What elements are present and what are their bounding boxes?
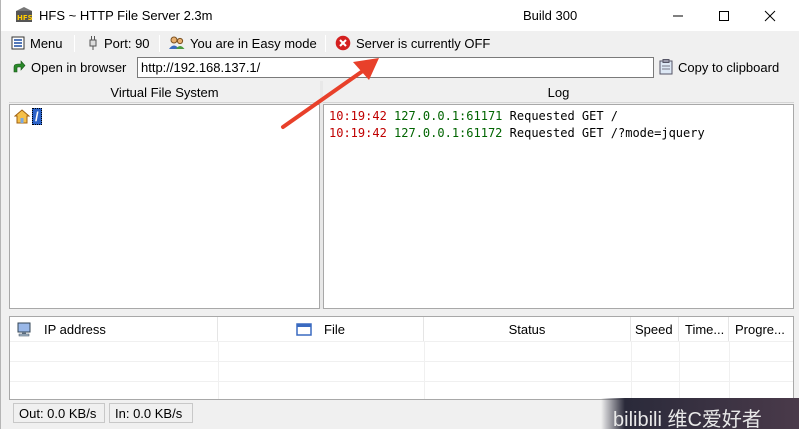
hfs-window: HFS HFS ~ HTTP File Server 2.3m Build 30… bbox=[0, 0, 799, 429]
annotation-arrow-icon bbox=[281, 58, 379, 129]
